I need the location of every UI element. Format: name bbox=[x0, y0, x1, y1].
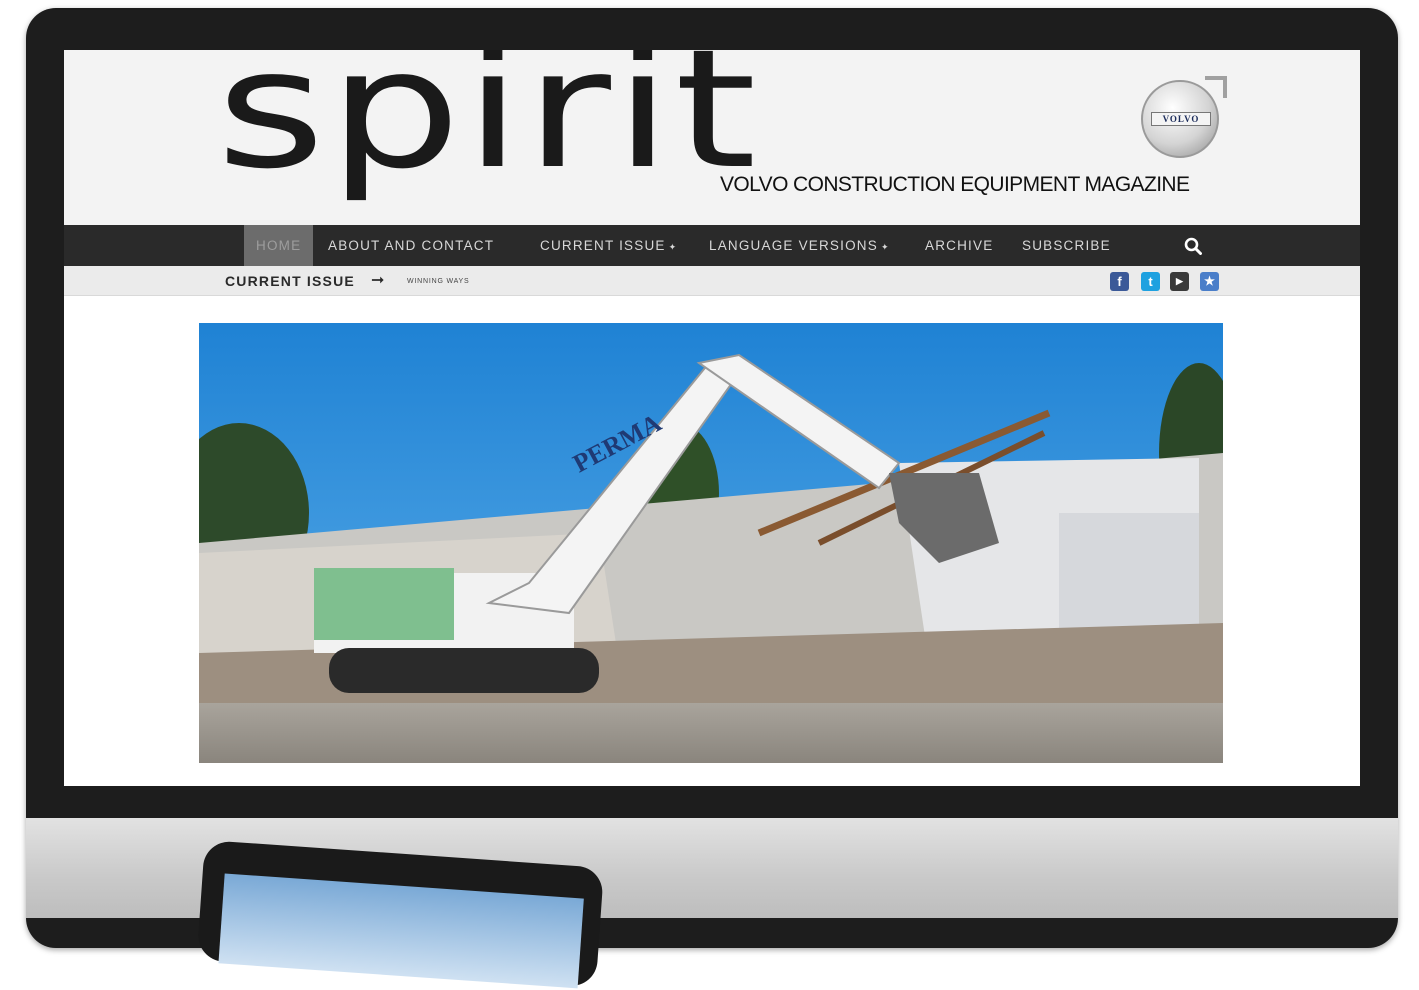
search-icon[interactable] bbox=[1184, 237, 1202, 255]
caret-down-icon: ✦ bbox=[668, 242, 678, 252]
rss-icon[interactable]: ★ bbox=[1200, 272, 1219, 291]
twitter-icon[interactable]: t bbox=[1141, 272, 1160, 291]
nav-item-language-versions[interactable]: LANGUAGE VERSIONS ✦ bbox=[709, 225, 890, 266]
badge-arrow bbox=[1205, 76, 1227, 98]
nav-item-home[interactable]: HOME bbox=[244, 225, 314, 266]
badge-text: VOLVO bbox=[1151, 112, 1211, 126]
current-issue-bar: CURRENT ISSUE ➞ WINNING WAYS f t ▶ ★ bbox=[64, 266, 1360, 296]
arrow-right-icon: ➞ bbox=[371, 272, 385, 289]
site-tagline: VOLVO CONSTRUCTION EQUIPMENT MAGAZINE bbox=[720, 173, 1190, 196]
caret-down-icon: ✦ bbox=[880, 242, 890, 252]
nav-item-subscribe[interactable]: SUBSCRIBE bbox=[1022, 225, 1111, 266]
nav-item-archive[interactable]: ARCHIVE bbox=[925, 225, 993, 266]
current-issue-link[interactable]: WINNING WAYS bbox=[407, 278, 470, 285]
current-issue-label: CURRENT ISSUE bbox=[225, 273, 355, 289]
tablet-screen bbox=[218, 873, 584, 989]
website-screen: spirit VOLVO CONSTRUCTION EQUIPMENT MAGA… bbox=[64, 50, 1360, 786]
demolition-photo: PERMA bbox=[199, 323, 1223, 763]
masthead: spirit VOLVO CONSTRUCTION EQUIPMENT MAGA… bbox=[64, 50, 1360, 225]
nav-label: SUBSCRIBE bbox=[1022, 238, 1111, 253]
nav-label: ABOUT AND CONTACT bbox=[328, 238, 495, 253]
nav-label: LANGUAGE VERSIONS bbox=[709, 238, 878, 253]
facebook-icon[interactable]: f bbox=[1110, 272, 1129, 291]
site-logo[interactable]: spirit bbox=[216, 50, 759, 192]
youtube-icon[interactable]: ▶ bbox=[1170, 272, 1189, 291]
nav-label: CURRENT ISSUE bbox=[540, 238, 666, 253]
hero-image[interactable]: PERMA bbox=[199, 323, 1223, 763]
main-navigation: HOME ABOUT AND CONTACT CURRENT ISSUE ✦ LA… bbox=[64, 225, 1360, 266]
nav-label: HOME bbox=[256, 238, 302, 253]
nav-item-current-issue[interactable]: CURRENT ISSUE ✦ bbox=[540, 225, 677, 266]
nav-item-about[interactable]: ABOUT AND CONTACT bbox=[328, 225, 494, 266]
volvo-logo-icon[interactable]: VOLVO bbox=[1141, 76, 1227, 158]
nav-label: ARCHIVE bbox=[925, 238, 994, 253]
